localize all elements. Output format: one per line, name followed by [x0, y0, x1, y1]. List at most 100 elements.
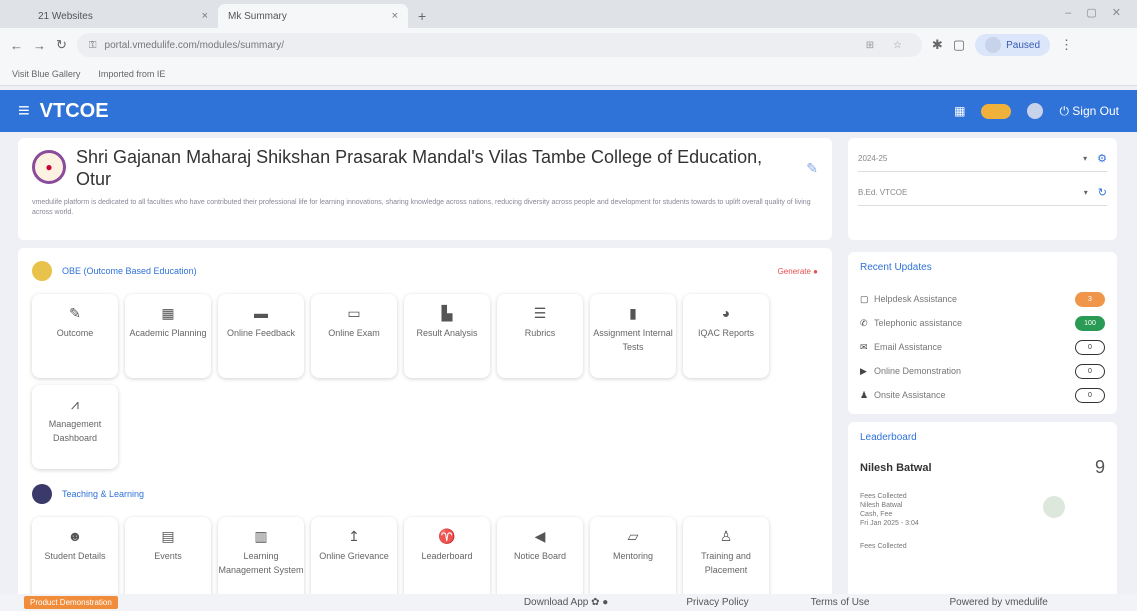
pencil-icon: ✎ — [69, 305, 81, 321]
recent-update-item[interactable]: ▢ Helpdesk Assistance 3 — [860, 287, 1105, 311]
leaderboard-card: Leaderboard Nilesh Batwal 9 Fees Collect… — [848, 422, 1117, 611]
obe-title: OBE (Outcome Based Education) — [62, 266, 197, 276]
recent-updates-card: Recent Updates ▢ Helpdesk Assistance 3 ✆ Tel… — [848, 252, 1117, 414]
module-tile[interactable]: ♙ Training and Placement — [683, 517, 769, 601]
module-tile-label: Management Dashboard — [48, 419, 102, 443]
lock-icon: ⚿ — [88, 39, 97, 51]
chevron-down-icon: ▾ — [1083, 154, 1088, 163]
module-tile[interactable]: ⩘ Management Dashboard — [32, 385, 118, 469]
line-chart-icon: ⩘ — [71, 396, 79, 412]
institute-name: Shri Gajanan Maharaj Shikshan Prasarak M… — [76, 147, 763, 189]
module-tile-label: Online Grievance — [319, 551, 389, 561]
menu-icon[interactable]: ⋮ — [1060, 37, 1073, 53]
year-select[interactable]: 2024-25 ▾ ⚙ — [858, 146, 1107, 172]
product-demo-button[interactable]: Product Demonstration — [24, 596, 118, 609]
profile-paused-button[interactable]: Paused — [975, 34, 1051, 56]
module-tile[interactable]: ☰ Rubrics — [497, 294, 583, 378]
edit-icon[interactable]: ✎ — [806, 160, 818, 177]
entry-line: Cash, Fee — [860, 511, 893, 518]
page-footer: Product Demonstration Download App ✿ ● P… — [0, 594, 1137, 611]
entry-title: Fees Collected — [860, 493, 907, 500]
bookmark-item[interactable]: Imported from IE — [98, 69, 165, 79]
profile-avatar — [985, 37, 1002, 53]
extensions-icon[interactable]: ✱ — [932, 37, 943, 53]
module-tile[interactable]: ▦ Academic Planning — [125, 294, 211, 378]
url-bar[interactable]: ⚿ portal.vmedulife.com/modules/summary/ … — [76, 33, 922, 57]
book-icon: ▥ — [254, 528, 268, 544]
module-tile[interactable]: ▙ Result Analysis — [404, 294, 490, 378]
module-tile[interactable]: ▥ Learning Management System — [218, 517, 304, 601]
recent-update-item[interactable]: ✆ Telephonic assistance 100 — [860, 311, 1105, 335]
module-tile[interactable]: ☻ Student Details — [32, 517, 118, 601]
powered-by-link[interactable]: Powered by vmedulife — [949, 597, 1047, 608]
back-icon[interactable]: ← — [10, 38, 23, 53]
close-tab-icon[interactable]: × — [202, 10, 208, 22]
mail-icon: ✉ — [860, 341, 868, 352]
module-tile-label: Outcome — [56, 328, 94, 338]
bookmark-star-icon[interactable]: ⊞ ☆ — [866, 40, 910, 51]
browser-tab[interactable]: 21 Websites × — [28, 4, 218, 28]
browser-tab-active[interactable]: Mk Summary × — [218, 4, 408, 28]
bookmark-item[interactable]: Visit Blue Gallery — [12, 69, 80, 79]
close-tab-icon[interactable]: × — [392, 10, 398, 22]
module-tile[interactable]: ▬ Online Feedback — [218, 294, 304, 378]
forward-icon[interactable]: → — [33, 38, 46, 53]
reload-icon[interactable]: ↻ — [56, 37, 67, 53]
module-tile[interactable]: ▮ Assignment Internal Tests — [590, 294, 676, 378]
program-select[interactable]: B.Ed. VTCOE ▾ ↻ — [858, 180, 1107, 206]
bookmarks-bar: Visit Blue Gallery Imported from IE — [0, 62, 1137, 86]
new-tab-button[interactable]: + — [408, 8, 436, 28]
obe-icon — [32, 261, 52, 281]
privacy-policy-link[interactable]: Privacy Policy — [686, 597, 748, 608]
module-tile[interactable]: ▭ Online Exam — [311, 294, 397, 378]
settings-gear-icon[interactable]: ⚙ — [1097, 152, 1107, 165]
leader-score: 9 — [1094, 457, 1105, 477]
module-tile-label: Online Exam — [328, 328, 380, 338]
recent-update-item[interactable]: ▶ Online Demonstration 0 — [860, 359, 1105, 383]
module-tile[interactable]: ↥ Online Grievance — [311, 517, 397, 601]
count-badge: 0 — [1075, 387, 1105, 403]
leader-row[interactable]: Nilesh Batwal 9 — [860, 457, 1105, 478]
module-tile[interactable]: ▤ Events — [125, 517, 211, 601]
module-tile[interactable]: ▱ Mentoring — [590, 517, 676, 601]
chart-icon: ▙ — [441, 305, 453, 321]
video-icon: ▶ — [860, 365, 867, 376]
generate-link[interactable]: Generate ● — [778, 267, 818, 276]
pie-icon: ◕ — [721, 305, 731, 321]
module-tile[interactable]: ✎ Outcome — [32, 294, 118, 378]
recent-update-item[interactable]: ♟ Onsite Assistance 0 — [860, 383, 1105, 407]
user-avatar[interactable] — [1027, 103, 1044, 119]
building-icon: ▦ — [161, 305, 175, 321]
sidebar-icon[interactable]: ▢ — [953, 37, 965, 53]
module-tile-label: Online Feedback — [226, 328, 296, 338]
obe-tiles: ✎ Outcome ▦ Academic Planning ▬ Online Feedba… — [32, 294, 802, 469]
count-badge: 0 — [1075, 363, 1105, 379]
institute-logo: ● — [32, 150, 66, 184]
module-tile-label: Assignment Internal Tests — [593, 328, 673, 352]
program-value: B.Ed. VTCOE — [858, 188, 908, 197]
module-tile[interactable]: ◕ IQAC Reports — [683, 294, 769, 378]
grid-icon[interactable]: ▦ — [954, 104, 965, 118]
hamburger-menu-icon[interactable]: ≡ — [18, 100, 30, 123]
module-tile-label: Academic Planning — [129, 328, 207, 338]
trophy-icon: ♈ — [438, 528, 456, 544]
module-tile-label: Leaderboard — [421, 551, 473, 561]
institute-description: vmedulife platform is dedicated to all f… — [32, 199, 811, 216]
notification-toggle[interactable] — [981, 103, 1012, 119]
count-badge: 100 — [1075, 315, 1105, 331]
module-tile[interactable]: ♈ Leaderboard — [404, 517, 490, 601]
recent-update-label: Helpdesk Assistance — [874, 294, 958, 304]
calendar-icon: ▤ — [161, 528, 175, 544]
comment-icon: ▬ — [254, 305, 268, 321]
teaching-section-header: Teaching & Learning — [32, 483, 818, 505]
flag-icon: ↥ — [348, 528, 360, 544]
recent-update-item[interactable]: ✉ Email Assistance 0 — [860, 335, 1105, 359]
signout-button[interactable]: ⏻ Sign Out — [1059, 104, 1119, 119]
window-controls[interactable]: – ▢ ✕ — [1065, 6, 1127, 19]
refresh-icon[interactable]: ↻ — [1098, 186, 1107, 199]
brand-name[interactable]: VTCOE — [40, 100, 109, 123]
terms-of-use-link[interactable]: Terms of Use — [811, 597, 870, 608]
module-tile[interactable]: ◀ Notice Board — [497, 517, 583, 601]
download-app-link[interactable]: Download App ✿ ● — [524, 597, 609, 608]
phone-icon: ✆ — [860, 317, 868, 328]
